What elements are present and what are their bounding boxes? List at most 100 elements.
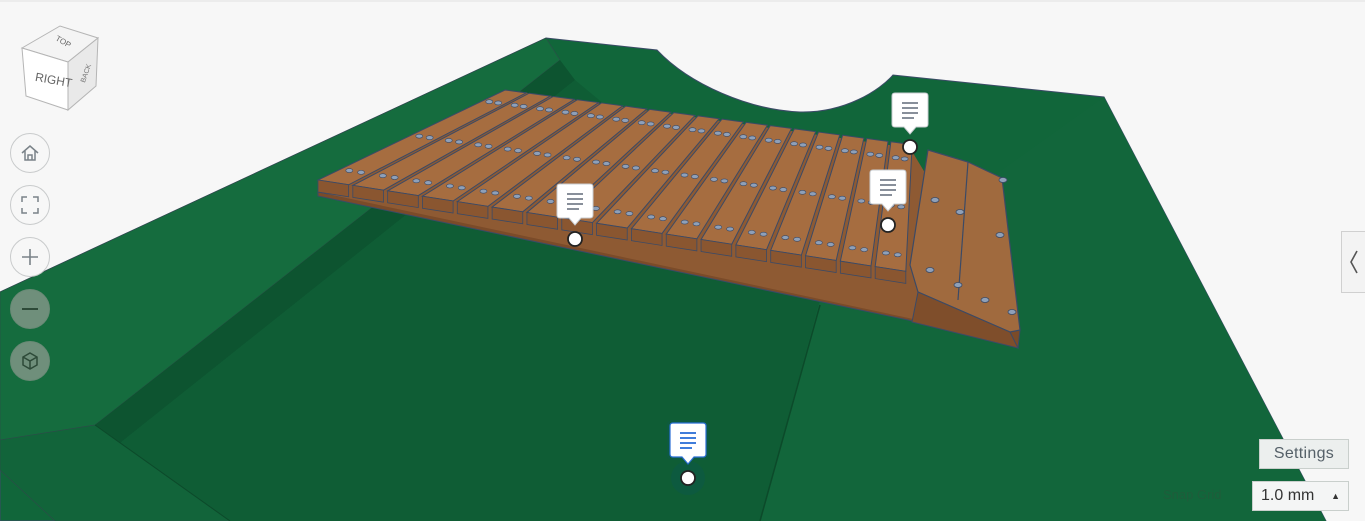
- screw-hole: [491, 190, 500, 196]
- screw-hole: [860, 247, 868, 252]
- cube-icon: [22, 352, 38, 370]
- screw-hole: [457, 185, 466, 191]
- screw-hole: [573, 156, 581, 162]
- screw-hole: [524, 195, 533, 201]
- screw-hole: [808, 191, 817, 197]
- screw-hole: [680, 172, 689, 178]
- screw-hole: [621, 164, 630, 169]
- screw-hole: [723, 132, 731, 137]
- side-panel-toggle[interactable]: [1341, 231, 1365, 293]
- screw-hole: [546, 199, 555, 204]
- screw-hole: [543, 152, 552, 158]
- screw-hole: [651, 168, 659, 174]
- screw-hole: [474, 142, 483, 148]
- screw-hole: [691, 174, 699, 179]
- screw-hole: [494, 100, 503, 106]
- screw-hole: [379, 173, 387, 179]
- screw-hole: [570, 111, 579, 116]
- screw-hole: [798, 190, 807, 195]
- fit-frame-icon: [21, 196, 39, 214]
- screw-hole: [602, 161, 611, 166]
- screw-hole: [390, 175, 399, 180]
- screw-hole: [697, 128, 706, 134]
- screw-hole: [764, 137, 773, 143]
- screw-hole: [533, 151, 541, 156]
- screw-hole: [750, 182, 758, 188]
- screw-hole: [726, 226, 734, 232]
- screw-hole: [345, 168, 354, 173]
- screw-hole: [769, 185, 777, 191]
- screw-hole: [647, 214, 655, 220]
- screw-hole: [714, 130, 722, 136]
- screw-hole: [612, 116, 621, 122]
- screw-hole: [897, 204, 905, 210]
- screw-hole: [841, 148, 849, 153]
- screw-hole: [838, 195, 847, 201]
- screw-hole: [479, 188, 488, 194]
- screw-hole: [510, 102, 519, 108]
- screw-hole: [799, 142, 807, 148]
- screw-hole: [779, 187, 788, 192]
- screw-hole: [900, 156, 909, 162]
- 3d-workplane-viewport[interactable]: TOP RIGHT BACK: [0, 0, 1365, 521]
- screw-hole: [790, 141, 798, 146]
- snap-grid-select[interactable]: 1.0 mm ▲: [1252, 481, 1349, 511]
- screw-hole: [513, 194, 521, 199]
- screw-hole: [720, 178, 729, 184]
- screw-hole: [688, 127, 697, 132]
- plus-icon: [22, 249, 38, 265]
- screw-hole: [545, 107, 553, 113]
- screw-hole: [412, 178, 421, 184]
- screw-hole: [592, 159, 600, 165]
- screw-hole: [503, 146, 512, 152]
- settings-button[interactable]: Settings: [1259, 439, 1349, 469]
- screw-hole: [562, 155, 571, 161]
- fit-all-button[interactable]: [10, 185, 50, 225]
- minus-icon: [22, 308, 38, 310]
- chevron-left-icon: [1349, 250, 1358, 274]
- screw-hole: [824, 146, 833, 151]
- note-pin-active[interactable]: [667, 420, 709, 495]
- screw-hole: [848, 245, 857, 251]
- screw-hole: [455, 139, 463, 145]
- zoom-in-button[interactable]: [10, 237, 50, 277]
- screw-hole: [850, 149, 858, 155]
- screw-hole: [596, 114, 604, 120]
- screw-hole: [747, 230, 756, 235]
- screw-hole: [661, 169, 670, 175]
- caret-up-icon: ▲: [1331, 491, 1340, 501]
- screw-hole: [425, 135, 434, 140]
- screw-hole: [519, 104, 528, 109]
- screw-hole: [710, 177, 718, 182]
- screw-hole: [781, 235, 790, 240]
- screw-hole: [561, 109, 570, 115]
- screw-hole: [625, 211, 634, 216]
- screw-hole: [815, 144, 824, 150]
- screw-hole: [484, 144, 493, 149]
- screw-hole: [759, 231, 768, 237]
- screw-hole: [587, 113, 595, 119]
- screw-hole: [646, 121, 655, 127]
- screw-hole: [748, 135, 757, 141]
- zoom-out-button[interactable]: [10, 289, 50, 329]
- screw-hole: [536, 106, 544, 112]
- screw-hole: [891, 155, 900, 160]
- screw-hole: [632, 165, 640, 171]
- screw-hole: [613, 209, 622, 215]
- screw-hole: [828, 194, 836, 199]
- screw-hole: [485, 99, 494, 105]
- screw-hole: [773, 139, 782, 144]
- home-view-button[interactable]: [10, 133, 50, 173]
- screw-hole: [857, 198, 866, 204]
- screw-hole: [793, 237, 801, 242]
- screw-hole: [444, 138, 453, 143]
- screw-hole: [739, 134, 748, 139]
- screw-hole: [415, 133, 424, 139]
- screw-hole: [826, 242, 835, 247]
- screw-hole: [446, 183, 454, 189]
- screw-hole: [882, 250, 890, 256]
- screw-hole: [637, 120, 646, 126]
- screw-hole: [893, 252, 902, 258]
- perspective-toggle-button[interactable]: [10, 341, 50, 381]
- snap-grid-label: Snap Grid: [1163, 487, 1222, 502]
